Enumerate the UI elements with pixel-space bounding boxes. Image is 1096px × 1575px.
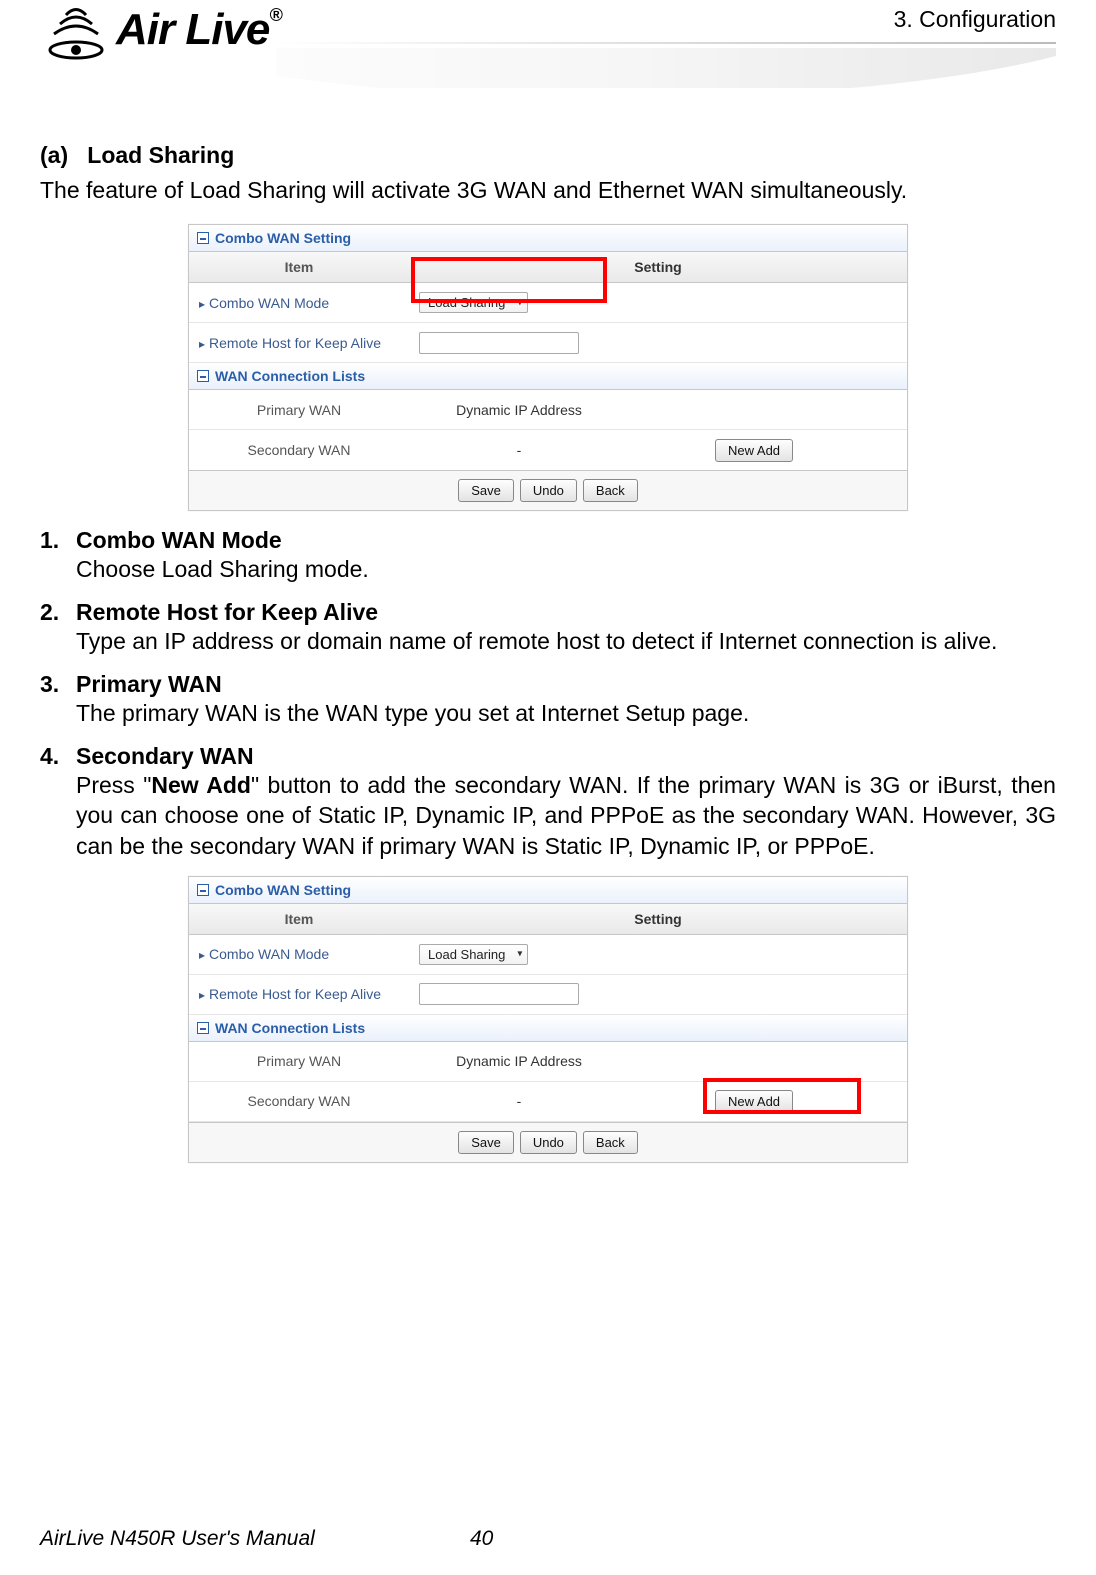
row-label: ▸Remote Host for Keep Alive (189, 979, 409, 1009)
row-value: - (409, 1086, 629, 1116)
panel-toggle-icon (197, 370, 209, 382)
section-a-heading: (a) Load Sharing (40, 140, 1056, 171)
caret-icon: ▸ (199, 297, 205, 311)
chevron-down-icon: ▾ (517, 297, 522, 308)
section-intro: The feature of Load Sharing will activat… (40, 175, 1056, 206)
definition-list: 1. Combo WAN Mode Choose Load Sharing mo… (40, 527, 1056, 862)
remote-host-input[interactable] (419, 332, 579, 354)
footer-manual-title: AirLive N450R User's Manual (40, 1527, 470, 1551)
list-desc: Choose Load Sharing mode. (76, 554, 1056, 585)
panel-combo-wan-setting: Combo WAN Setting (189, 877, 907, 904)
table-header: Item Setting (189, 252, 907, 283)
row-secondary-wan: Secondary WAN - New Add (189, 430, 907, 470)
footer-page-number: 40 (470, 1527, 493, 1551)
row-value: Dynamic IP Address (409, 1046, 629, 1076)
brand-logo: Air Live® (40, 0, 282, 60)
col-item: Item (189, 904, 409, 934)
row-value: Dynamic IP Address (409, 395, 629, 425)
row-value (409, 976, 907, 1012)
row-combo-wan-mode: ▸Combo WAN Mode Load Sharing ▾ (189, 935, 907, 975)
row-combo-wan-mode: ▸Combo WAN Mode Load Sharing ▾ (189, 283, 907, 323)
list-desc: Press "New Add" button to add the second… (76, 770, 1056, 862)
back-button[interactable]: Back (583, 1131, 638, 1154)
list-number: 1. (40, 527, 76, 585)
list-title: Combo WAN Mode (76, 527, 1056, 554)
save-button[interactable]: Save (458, 1131, 514, 1154)
panel-title: Combo WAN Setting (215, 882, 351, 898)
list-title: Remote Host for Keep Alive (76, 599, 1056, 626)
caret-icon: ▸ (199, 988, 205, 1002)
back-button[interactable]: Back (583, 479, 638, 502)
row-secondary-wan: Secondary WAN - New Add (189, 1082, 907, 1122)
row-label: Secondary WAN (189, 1086, 409, 1116)
list-item: 3. Primary WAN The primary WAN is the WA… (40, 671, 1056, 729)
registered-icon: ® (269, 5, 281, 25)
chapter-title: 3. Configuration (894, 6, 1056, 33)
row-extra: New Add (629, 432, 907, 469)
panel-title: WAN Connection Lists (215, 1020, 365, 1036)
screenshot-1: Combo WAN Setting Item Setting ▸Combo WA… (40, 224, 1056, 511)
list-title: Secondary WAN (76, 743, 1056, 770)
row-extra: New Add (629, 1083, 907, 1120)
list-number: 2. (40, 599, 76, 657)
row-primary-wan: Primary WAN Dynamic IP Address (189, 390, 907, 430)
new-add-button[interactable]: New Add (715, 439, 793, 462)
chevron-down-icon: ▾ (517, 949, 522, 960)
list-title: Primary WAN (76, 671, 1056, 698)
row-label: ▸Remote Host for Keep Alive (189, 328, 409, 358)
panel-title: WAN Connection Lists (215, 368, 365, 384)
row-value (409, 325, 907, 361)
row-extra (629, 403, 907, 417)
header-swoosh (276, 48, 1056, 88)
caret-icon: ▸ (199, 337, 205, 351)
list-number: 3. (40, 671, 76, 729)
button-row: Save Undo Back (189, 470, 907, 510)
list-item: 2. Remote Host for Keep Alive Type an IP… (40, 599, 1056, 657)
row-value: - (409, 435, 629, 465)
row-value: Load Sharing ▾ (409, 937, 907, 972)
wave-icon (40, 0, 112, 60)
row-extra (629, 1054, 907, 1068)
page-footer: AirLive N450R User's Manual 40 (40, 1527, 1056, 1551)
list-desc: Type an IP address or domain name of rem… (76, 626, 1056, 657)
undo-button[interactable]: Undo (520, 1131, 577, 1154)
row-label: ▸Combo WAN Mode (189, 939, 409, 969)
new-add-button[interactable]: New Add (715, 1090, 793, 1113)
table-header: Item Setting (189, 904, 907, 935)
panel-combo-wan-setting: Combo WAN Setting (189, 225, 907, 252)
save-button[interactable]: Save (458, 479, 514, 502)
button-row: Save Undo Back (189, 1122, 907, 1162)
panel-title: Combo WAN Setting (215, 230, 351, 246)
panel-wan-connection-lists: WAN Connection Lists (189, 363, 907, 390)
panel-toggle-icon (197, 1022, 209, 1034)
page-header: Air Live® 3. Configuration (40, 0, 1056, 100)
row-label: Primary WAN (189, 395, 409, 425)
list-item: 1. Combo WAN Mode Choose Load Sharing mo… (40, 527, 1056, 585)
screenshot-2: Combo WAN Setting Item Setting ▸Combo WA… (40, 876, 1056, 1163)
list-number: 4. (40, 743, 76, 862)
col-setting: Setting (409, 904, 907, 934)
brand-text: Air Live® (116, 5, 282, 55)
undo-button[interactable]: Undo (520, 479, 577, 502)
row-primary-wan: Primary WAN Dynamic IP Address (189, 1042, 907, 1082)
panel-wan-connection-lists: WAN Connection Lists (189, 1015, 907, 1042)
row-remote-host: ▸Remote Host for Keep Alive (189, 323, 907, 363)
row-label: ▸Combo WAN Mode (189, 288, 409, 318)
combo-wan-mode-select[interactable]: Load Sharing ▾ (419, 944, 528, 965)
row-remote-host: ▸Remote Host for Keep Alive (189, 975, 907, 1015)
row-label: Primary WAN (189, 1046, 409, 1076)
list-desc: The primary WAN is the WAN type you set … (76, 698, 1056, 729)
row-value: Load Sharing ▾ (409, 285, 907, 320)
combo-wan-mode-select[interactable]: Load Sharing ▾ (419, 292, 528, 313)
caret-icon: ▸ (199, 948, 205, 962)
col-setting: Setting (409, 252, 907, 282)
panel-toggle-icon (197, 884, 209, 896)
col-item: Item (189, 252, 409, 282)
remote-host-input[interactable] (419, 983, 579, 1005)
row-label: Secondary WAN (189, 435, 409, 465)
list-item: 4. Secondary WAN Press "New Add" button … (40, 743, 1056, 862)
panel-toggle-icon (197, 232, 209, 244)
header-divider (276, 42, 1056, 44)
